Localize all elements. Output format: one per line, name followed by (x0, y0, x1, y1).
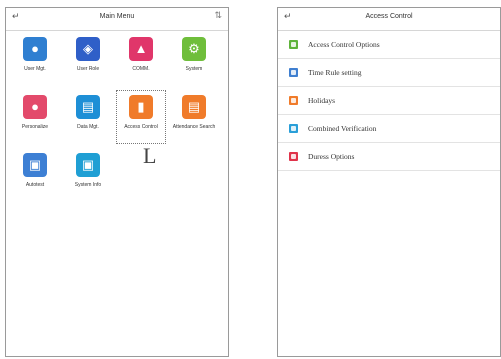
menu-item-autotest[interactable]: ▣ Autotest (9, 147, 61, 203)
menu-item-label: System Info (74, 182, 102, 188)
menu-item-user-role[interactable]: ◈ User Role (62, 31, 114, 87)
menu-item-user-mgt[interactable]: ● User Mgt. (9, 31, 61, 87)
menu-item-label: Autotest (25, 182, 45, 188)
menu-item-label: Data Mgt. (77, 124, 99, 130)
menu-item-label: Attendance Search (172, 124, 216, 130)
menu-item-label: System (185, 66, 203, 72)
menu-item-system[interactable]: ⚙ System (168, 31, 220, 87)
access-control-title: Access Control (365, 13, 413, 20)
access-control-list: Access Control Options Time Rule setting… (278, 31, 500, 171)
list-item-label: Holidays (308, 96, 336, 105)
list-item-duress-options[interactable]: Duress Options (278, 143, 500, 171)
list-item-time-rule-setting[interactable]: Time Rule setting (278, 59, 500, 87)
menu-item-attendance-search[interactable]: ▤ Attendance Search (168, 89, 220, 145)
clock-icon (289, 68, 298, 77)
list-item-label: Combined Verification (308, 124, 377, 133)
main-menu-titlebar: ↵ Main Menu ⇅ (6, 8, 228, 31)
sort-arrows-icon[interactable]: ⇅ (214, 11, 222, 20)
menu-item-label: COMM. (132, 66, 150, 72)
menu-item-access-control[interactable]: ▮ Access Control (115, 89, 167, 145)
list-item-combined-verification[interactable]: Combined Verification (278, 115, 500, 143)
menu-item-label: Personalize (21, 124, 49, 130)
menu-item-comm[interactable]: ▲ COMM. (115, 31, 167, 87)
options-icon (289, 40, 298, 49)
palette-icon: ● (23, 95, 47, 119)
database-icon: ▤ (76, 95, 100, 119)
test-screen-icon: ▣ (23, 153, 47, 177)
access-control-titlebar: ↵ Access Control (278, 8, 500, 31)
menu-item-label: User Mgt. (24, 66, 46, 72)
antenna-icon: ▲ (129, 37, 153, 61)
list-item-label: Time Rule setting (308, 68, 362, 77)
menu-item-label: Access Control (124, 124, 158, 130)
list-item-access-control-options[interactable]: Access Control Options (278, 31, 500, 59)
main-menu-screen: ↵ Main Menu ⇅ ● User Mgt. ◈ User Role ▲ … (5, 7, 229, 357)
calendar-icon (289, 96, 298, 105)
gear-icon: ⚙ (182, 37, 206, 61)
list-item-label: Duress Options (308, 152, 355, 161)
warning-icon (289, 152, 298, 161)
user-icon: ● (23, 37, 47, 61)
shield-icon: ◈ (76, 37, 100, 61)
menu-item-label: User Role (76, 66, 100, 72)
list-item-label: Access Control Options (308, 40, 380, 49)
pointer-cursor-icon: L (143, 143, 157, 168)
list-item-holidays[interactable]: Holidays (278, 87, 500, 115)
monitor-icon: ▣ (76, 153, 100, 177)
verification-icon (289, 124, 298, 133)
menu-item-data-mgt[interactable]: ▤ Data Mgt. (62, 89, 114, 145)
menu-item-personalize[interactable]: ● Personalize (9, 89, 61, 145)
main-menu-title: Main Menu (99, 13, 135, 20)
menu-item-system-info[interactable]: ▣ System Info (62, 147, 114, 203)
access-control-screen: ↵ Access Control Access Control Options … (277, 7, 501, 357)
door-icon: ▮ (129, 95, 153, 119)
document-icon: ▤ (182, 95, 206, 119)
